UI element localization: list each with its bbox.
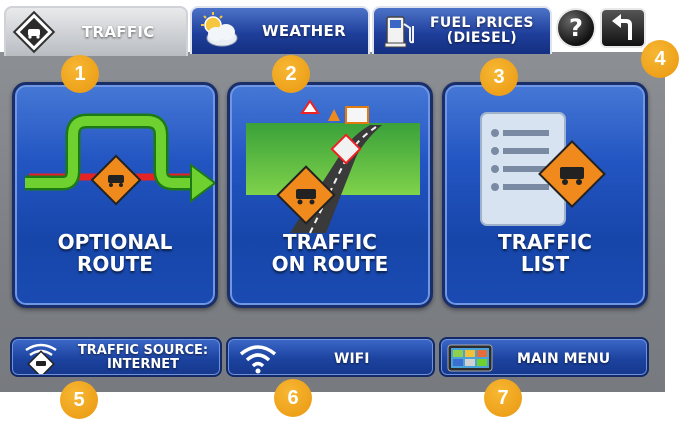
callout-3: 3 <box>480 58 518 96</box>
traffic-warning-sign-icon <box>90 154 142 206</box>
traffic-source-label-line1: TRAFFIC SOURCE: <box>77 343 209 358</box>
fuel-pump-icon <box>384 16 414 48</box>
tab-fuel-label-line1: FUEL PRICES <box>430 15 534 31</box>
traffic-source-label-line2: INTERNET <box>106 357 180 372</box>
traffic-on-route-label-line1: TRAFFIC <box>283 230 377 254</box>
wifi-label: WIFI <box>334 351 370 367</box>
traffic-on-route-label-line2: ON ROUTE <box>271 252 389 276</box>
tab-traffic-label: TRAFFIC <box>82 23 155 41</box>
tab-weather-label: WEATHER <box>262 22 346 40</box>
tab-fuel-label: FUEL PRICES (DIESEL) <box>430 16 534 46</box>
callout-4: 4 <box>641 40 679 78</box>
optional-route-icon <box>25 113 215 206</box>
main-menu-button[interactable]: MAIN MENU <box>439 337 649 377</box>
help-icon: ? <box>569 14 583 42</box>
traffic-diamond-icon <box>12 10 56 54</box>
traffic-on-route-icon <box>246 99 420 234</box>
traffic-list-label-line2: LIST <box>520 252 570 276</box>
callout-6: 6 <box>274 379 312 417</box>
tab-fuel-prices[interactable]: FUEL PRICES (DIESEL) <box>372 6 552 54</box>
tab-traffic[interactable]: TRAFFIC <box>4 6 188 56</box>
traffic-list-label: TRAFFIC LIST <box>445 231 645 275</box>
traffic-list-label-line1: TRAFFIC <box>498 230 592 254</box>
traffic-on-route-button[interactable]: TRAFFIC ON ROUTE <box>227 82 433 308</box>
traffic-list-button[interactable]: TRAFFIC LIST <box>442 82 648 308</box>
traffic-source-label: TRAFFIC SOURCE: INTERNET <box>68 344 218 372</box>
back-button[interactable] <box>600 8 646 48</box>
callout-5: 5 <box>60 381 98 419</box>
optional-route-button[interactable]: OPTIONAL ROUTE <box>12 82 218 308</box>
back-arrow-icon <box>612 14 632 40</box>
wifi-icon <box>239 345 277 374</box>
tab-fuel-label-line2: (DIESEL) <box>446 30 517 46</box>
optional-route-label-line1: OPTIONAL <box>57 230 173 254</box>
callout-7: 7 <box>484 379 522 417</box>
optional-route-label: OPTIONAL ROUTE <box>15 231 215 275</box>
main-menu-icon <box>447 344 493 372</box>
traffic-list-icon <box>480 112 606 226</box>
callout-1: 1 <box>61 55 99 93</box>
wifi-button[interactable]: WIFI <box>226 337 435 377</box>
callout-2: 2 <box>272 55 310 93</box>
traffic-source-icon <box>25 343 57 374</box>
traffic-screen: TRAFFIC WEATHER FUEL PRICES (DIESEL) ? O… <box>0 0 689 422</box>
optional-route-label-line2: ROUTE <box>77 252 153 276</box>
traffic-source-button[interactable]: TRAFFIC SOURCE: INTERNET <box>10 337 222 377</box>
main-menu-label: MAIN MENU <box>517 351 611 367</box>
weather-cloud-icon <box>201 12 238 47</box>
help-button[interactable]: ? <box>556 8 596 48</box>
traffic-on-route-label: TRAFFIC ON ROUTE <box>230 231 430 275</box>
tab-weather[interactable]: WEATHER <box>190 6 370 54</box>
